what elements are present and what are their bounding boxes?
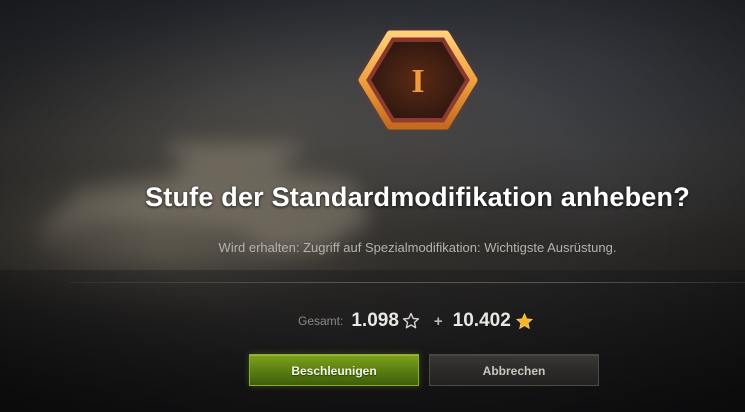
divider bbox=[70, 282, 745, 283]
modification-level-hexagon-icon: I bbox=[358, 30, 478, 130]
emblem-numeral: I bbox=[411, 63, 424, 100]
bottom-shade bbox=[0, 270, 745, 412]
dialog-title: Stufe der Standardmodifikation anheben? bbox=[145, 182, 690, 212]
cancel-button[interactable]: Abbrechen bbox=[429, 354, 599, 386]
plus-sign: + bbox=[433, 312, 443, 330]
xp-amount: 10.402 bbox=[452, 310, 511, 331]
upgrade-dialog: I Stufe der Standardmodifikation anheben… bbox=[0, 0, 745, 412]
free-xp-amount: 1.098 bbox=[351, 310, 399, 331]
dialog-description: Wird erhalten: Zugriff auf Spezialmodifi… bbox=[218, 240, 617, 255]
cost-summary: Gesamt: 1.098 + 10.402 bbox=[298, 309, 534, 333]
outline-star-icon bbox=[402, 312, 420, 329]
accelerate-button[interactable]: Beschleunigen bbox=[249, 354, 419, 386]
gold-star-icon bbox=[516, 312, 533, 329]
total-cost-label: Gesamt: bbox=[298, 314, 344, 328]
